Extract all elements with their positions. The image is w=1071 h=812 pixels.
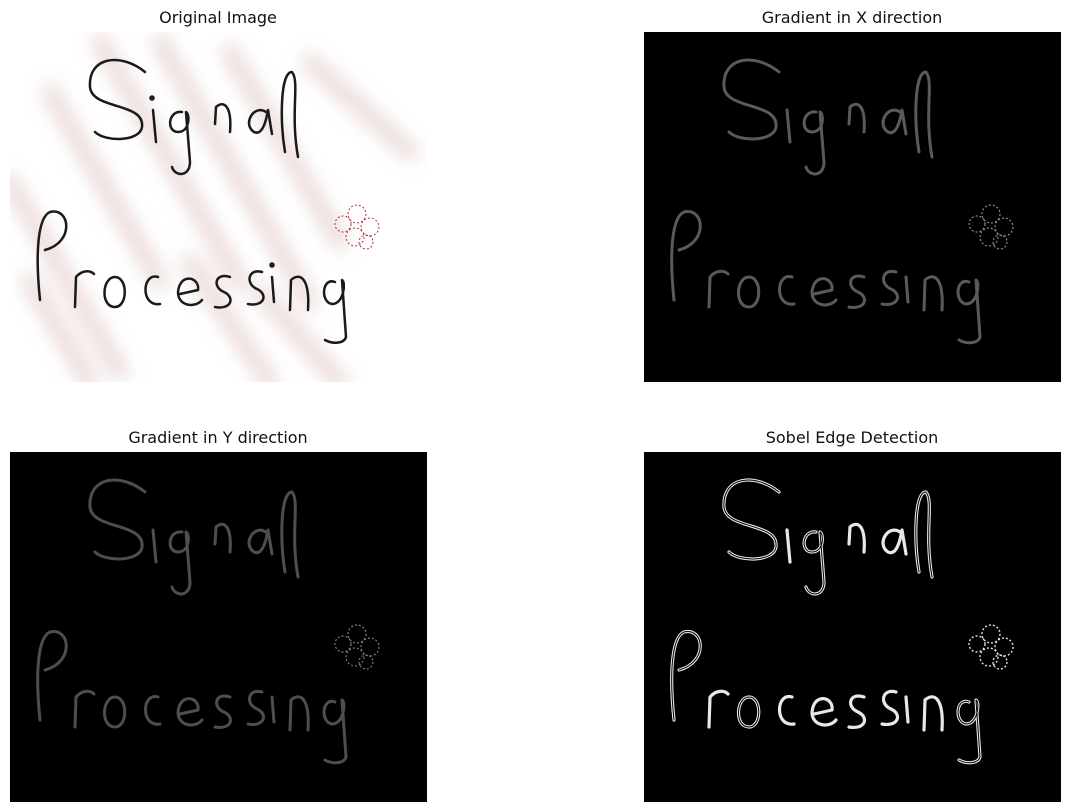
original-image [10, 32, 427, 382]
sobel-image [644, 452, 1061, 802]
panel-title-gradient-x: Gradient in X direction [761, 8, 943, 27]
edge-strokes [670, 58, 982, 345]
gradient-x-image [644, 32, 1061, 382]
edge-strokes [36, 478, 348, 765]
edge-strokes [670, 478, 982, 765]
panel-title-sobel: Sobel Edge Detection [765, 428, 939, 447]
gradient-y-image [10, 452, 427, 802]
panel-title-gradient-y: Gradient in Y direction [128, 428, 308, 447]
panel-title-original: Original Image [159, 8, 277, 27]
